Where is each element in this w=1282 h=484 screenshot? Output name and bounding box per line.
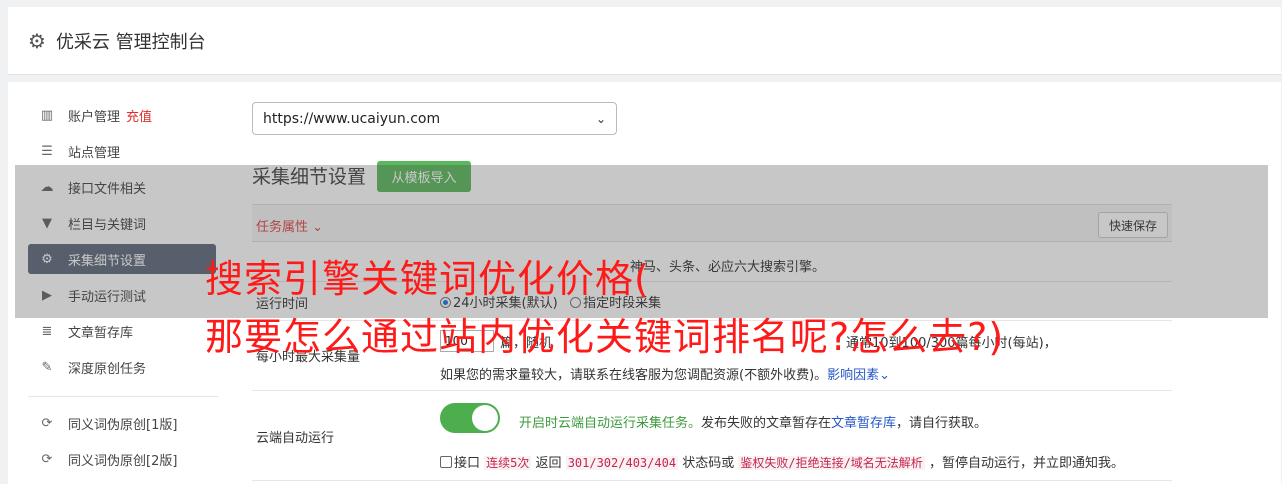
text-pause-notify: ，暂停自动运行，并立即通知我。 — [928, 456, 1124, 471]
sidebar-item-label: 账户管理 — [68, 109, 121, 125]
site-select-value: https://www.ucaiyun.com — [263, 110, 441, 127]
page-title: 优采云 管理控制台 — [55, 31, 206, 53]
impact-factors-text: 影响因素 — [827, 368, 880, 383]
cloud-run-desc-1: 发布失败的文章暂存在 — [701, 416, 832, 431]
interface-pause-option: 接口 连续5次 返回 301/302/403/404 状态码或 鉴权失败/拒绝连… — [440, 452, 1124, 471]
sidebar-item-synonym-v2[interactable]: ⟳ 同义词伪原创[2版] — [28, 444, 216, 474]
text-status-or: 状态码或 — [682, 456, 735, 471]
text-return: 返回 — [535, 456, 562, 471]
chevron-down-icon: ⌄ — [595, 111, 606, 126]
recharge-link[interactable]: 充值 — [126, 106, 152, 125]
sidebar-item-synonym-v1[interactable]: ⟳ 同义词伪原创[1版] — [28, 408, 216, 438]
sidebar-item-label: 深度原创任务 — [68, 361, 147, 377]
refresh-icon: ⟳ — [41, 451, 53, 467]
interface-checkbox[interactable]: 接口 — [440, 456, 480, 471]
sidebar-divider — [28, 396, 218, 397]
bar-chart-icon: ▥ — [40, 107, 54, 123]
article-storage-link[interactable]: 文章暂存库 — [831, 416, 896, 431]
max-per-hour-desc-2: 如果您的需求量较大，请联系在线客服为您调配资源(不额外收费)。影响因素⌄ — [440, 364, 890, 383]
chevron-down-icon: ⌄ — [879, 368, 891, 383]
headline-line-1: 搜索引擎关键词优化价格( — [205, 257, 650, 301]
refresh-icon: ⟳ — [41, 415, 53, 431]
toggle-knob — [472, 405, 498, 431]
code-consecutive: 连续5次 — [484, 456, 532, 470]
edit-icon: ✎ — [41, 359, 53, 375]
sidebar-item-label: 同义词伪原创[2版] — [68, 453, 178, 469]
sidebar-item-label: 站点管理 — [68, 145, 121, 161]
database-icon: ≣ — [41, 323, 53, 339]
sidebar-item-account[interactable]: ▥ 账户管理 充值 — [28, 100, 216, 130]
cloud-run-desc: 开启时云端自动运行采集任务。发布失败的文章暂存在文章暂存库，请自行获取。 — [519, 412, 987, 431]
sidebar-item-label: 同义词伪原创[1版] — [68, 417, 178, 433]
gear-icon: ⚙ — [28, 28, 46, 53]
headline-line-2: 那要怎么通过站内优化关键词排名呢?怎么去?) — [205, 315, 1005, 359]
cloud-run-label: 云端自动运行 — [256, 431, 335, 446]
cloud-run-toggle-text: 开启时云端自动运行采集任务。 — [519, 416, 702, 431]
code-auth-fail: 鉴权失败/拒绝连接/域名无法解析 — [738, 456, 925, 470]
code-status: 301/302/403/404 — [565, 456, 679, 470]
sidebar-item-sites[interactable]: ☰ 站点管理 — [28, 136, 216, 166]
server-icon: ☰ — [41, 143, 53, 159]
impact-factors-link[interactable]: 影响因素⌄ — [827, 368, 890, 383]
app-header: ⚙ 优采云 管理控制台 — [8, 7, 1281, 75]
cloud-run-desc-2: ，请自行获取。 — [896, 416, 988, 431]
sidebar-item-label: 文章暂存库 — [68, 325, 134, 341]
sidebar-item-article-storage[interactable]: ≣ 文章暂存库 — [28, 316, 216, 346]
max-per-hour-line2: 如果您的需求量较大，请联系在线客服为您调配资源(不额外收费)。 — [440, 368, 828, 383]
checkbox-label: 接口 — [454, 456, 481, 471]
cloud-run-toggle[interactable] — [440, 403, 500, 433]
site-select[interactable]: https://www.ucaiyun.com ⌄ — [252, 102, 617, 135]
row-divider — [252, 480, 1172, 481]
row-divider — [252, 390, 1172, 391]
sidebar-item-deep-original[interactable]: ✎ 深度原创任务 — [28, 352, 216, 382]
